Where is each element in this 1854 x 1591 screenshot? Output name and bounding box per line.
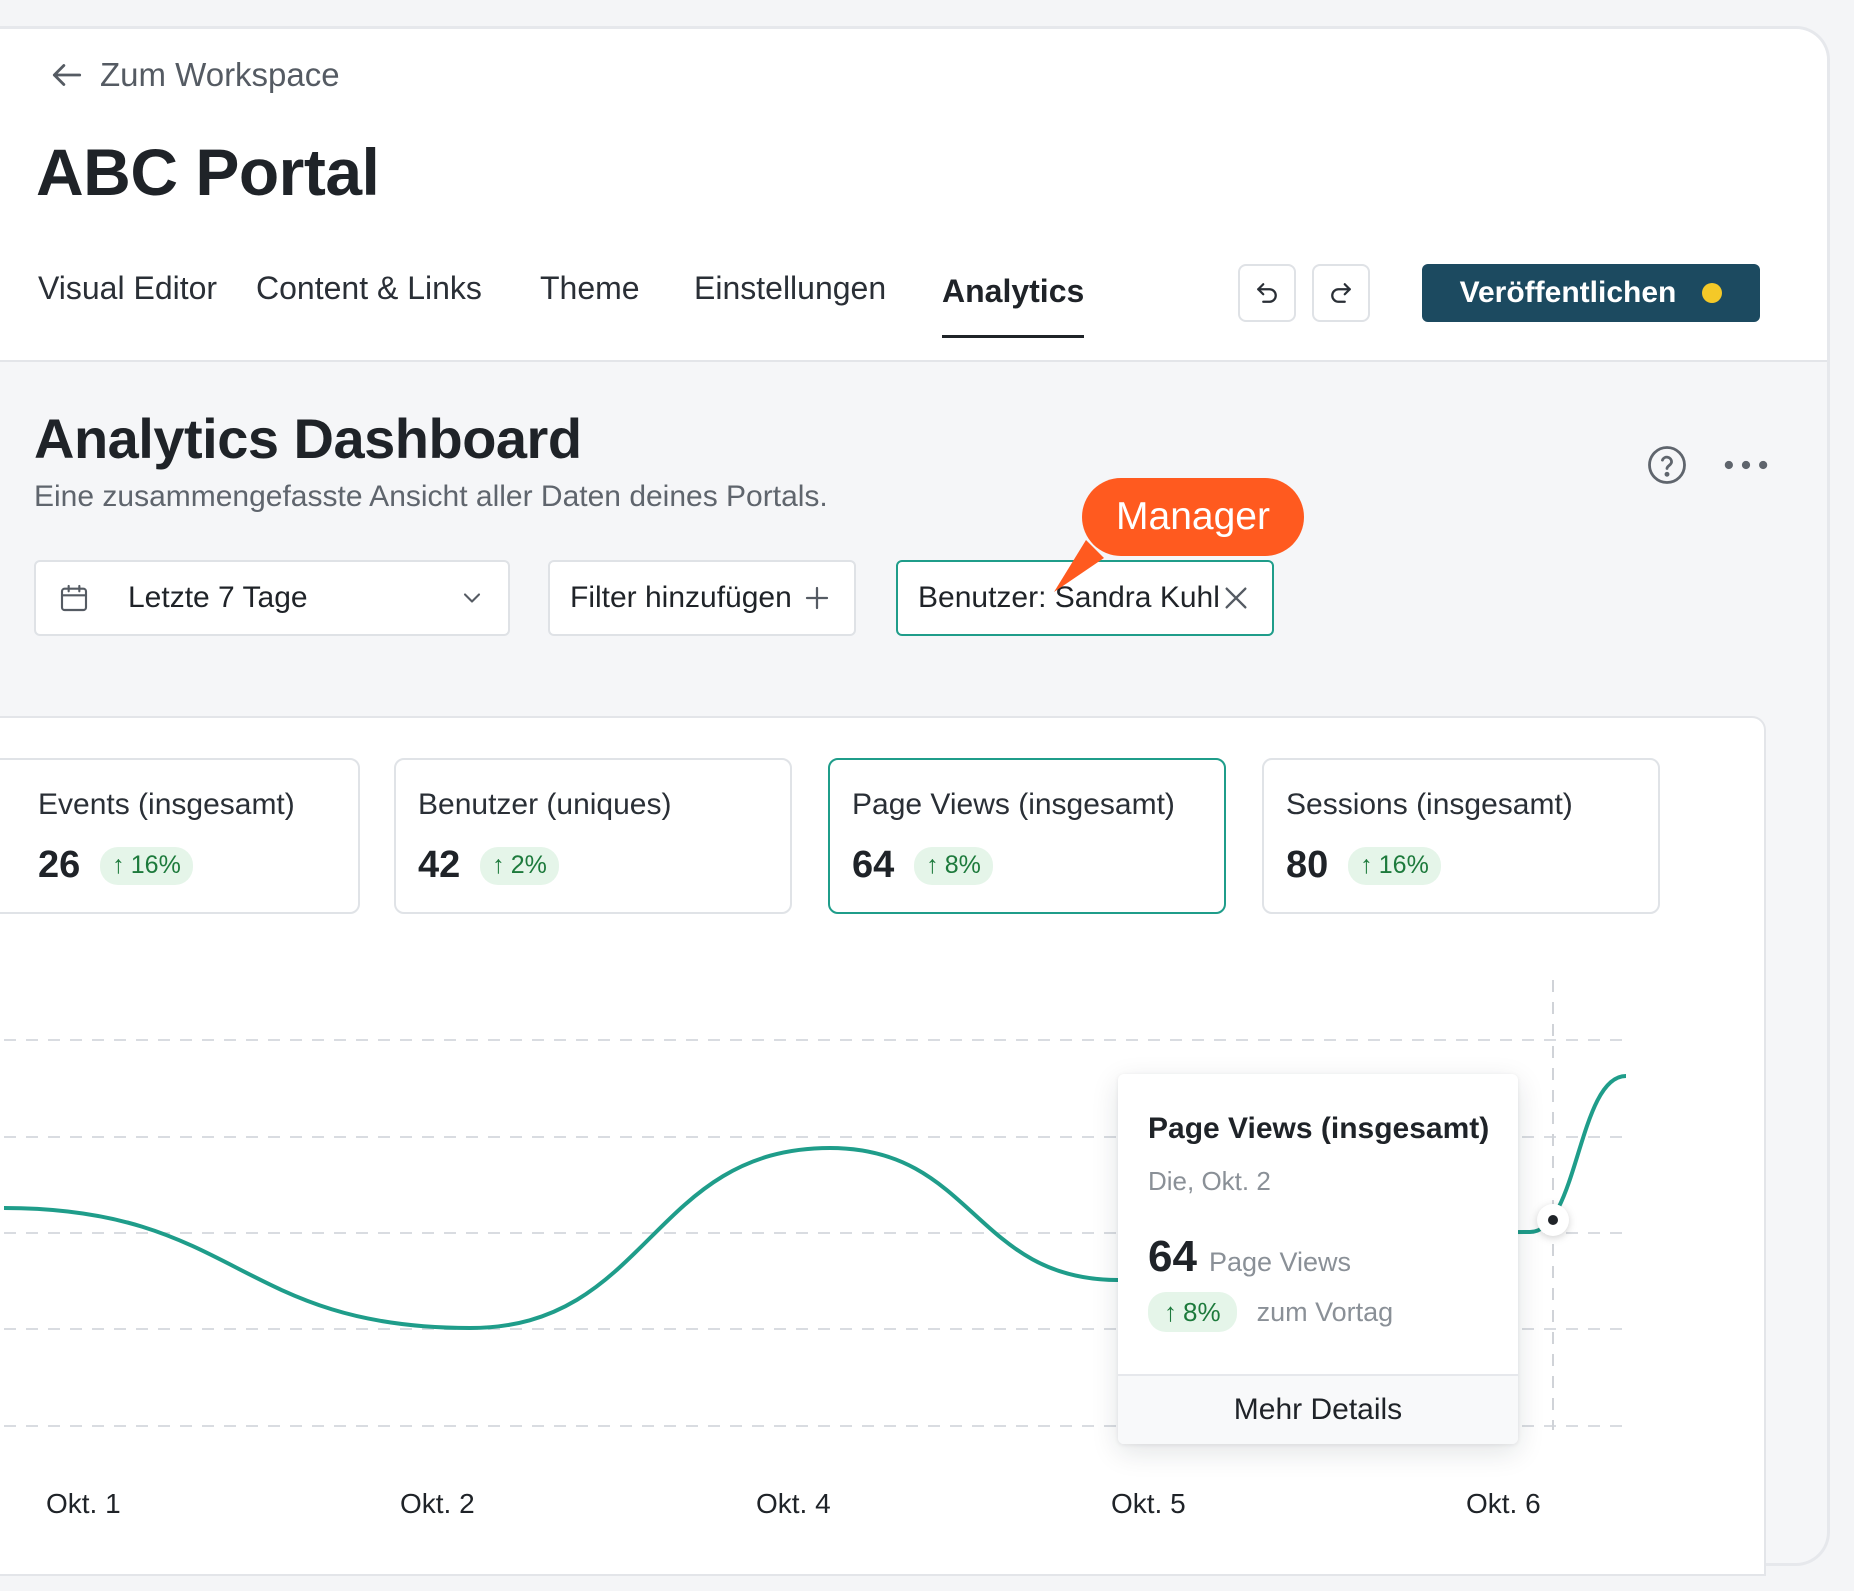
kpi-label: Page Views (insgesamt) [852,788,1175,821]
tab-content-links[interactable]: Content & Links [256,270,482,307]
back-link-label: Zum Workspace [100,56,340,93]
more-horizontal-icon[interactable] [1722,444,1770,486]
change-badge: ↑ 16% [100,846,193,885]
close-icon[interactable] [1220,582,1252,614]
change-badge: ↑ 8% [914,846,993,885]
help-circle-icon[interactable] [1646,444,1688,486]
undo-icon [1257,283,1277,303]
annotation-pointer-icon [1054,540,1104,592]
tooltip-unit: Page Views [1208,1247,1352,1277]
x-axis-tick-label: Okt. 5 [1111,1488,1186,1519]
redo-button[interactable] [1312,264,1370,322]
tooltip-change-badge: ↑ 8% [1148,1292,1237,1332]
tooltip-title: Page Views (insgesamt) [1148,1112,1490,1145]
change-badge: ↑ 2% [480,846,559,885]
arrow-up-icon: ↑ [492,851,505,879]
portal-title: ABC Portal [36,135,380,209]
change-value: 8% [944,851,981,879]
arrow-up-icon: ↑ [1360,851,1373,879]
x-axis-tick-label: Okt. 1 [46,1488,121,1519]
tab-einstellungen[interactable]: Einstellungen [694,270,886,307]
change-value: 16% [1378,851,1429,879]
calendar-icon [60,584,88,612]
arrow-up-icon: ↑ [112,851,125,879]
x-axis-tick-label: Okt. 4 [756,1488,831,1519]
manager-annotation-badge: Manager [1082,478,1304,556]
date-range-dropdown[interactable]: Letzte 7 Tage [34,560,510,636]
kpi-card-users[interactable]: Benutzer (uniques) 42 ↑ 2% [394,758,792,914]
date-range-value: Letzte 7 Tage [128,581,308,614]
kpi-card-events[interactable]: Events (insgesamt) 26 ↑ 16% [0,758,360,914]
publish-button-label: Veröffentlichen [1459,276,1677,309]
arrow-up-icon: ↑ [926,851,939,879]
kpi-value: 26 [38,844,81,886]
kpi-card-page-views[interactable]: Page Views (insgesamt) 64 ↑ 8% [828,758,1226,914]
chart-tooltip: Page Views (insgesamt) Die, Okt. 2 64 Pa… [1118,1074,1518,1444]
data-point-dot [1548,1215,1558,1225]
tab-theme[interactable]: Theme [540,270,640,307]
arrow-left-icon [52,64,82,86]
change-value: 16% [130,851,181,879]
kpi-label: Events (insgesamt) [38,788,295,821]
tab-visual-editor[interactable]: Visual Editor [38,270,217,307]
redo-icon [1331,283,1351,303]
back-to-workspace-link[interactable]: Zum Workspace [48,56,340,94]
publish-button[interactable]: Veröffentlichen [1422,264,1760,322]
change-value: 2% [510,851,547,879]
x-axis-tick-label: Okt. 6 [1466,1488,1541,1519]
dashboard-title: Analytics Dashboard [34,407,582,470]
tab-analytics[interactable]: Analytics [942,273,1085,338]
tooltip-change-value: 8% [1183,1296,1221,1327]
add-filter-button[interactable]: Filter hinzufügen [548,560,856,636]
status-dot [1702,283,1723,303]
dashboard-subtitle: Eine zusammengefasste Ansicht aller Date… [34,480,828,513]
tooltip-date: Die, Okt. 2 [1148,1166,1271,1196]
undo-button[interactable] [1238,264,1296,322]
tab-bar: Visual Editor Content & Links Theme Eins… [0,270,1200,338]
kpi-card-sessions[interactable]: Sessions (insgesamt) 80 ↑ 16% [1262,758,1660,914]
arrow-up-icon: ↑ [1164,1296,1177,1327]
tooltip-value: 64 [1148,1232,1197,1281]
kpi-label: Benutzer (uniques) [418,788,672,821]
plus-icon [805,586,829,610]
kpi-value: 42 [418,844,461,886]
tooltip-comparison: zum Vortag [1256,1296,1394,1327]
change-badge: ↑ 16% [1348,846,1441,885]
kpi-value: 64 [852,844,895,886]
add-filter-label: Filter hinzufügen [570,581,792,614]
x-axis-tick-label: Okt. 2 [400,1488,475,1519]
kpi-label: Sessions (insgesamt) [1286,788,1573,821]
chevron-down-icon [463,593,481,603]
more-details-button[interactable]: Mehr Details [1118,1374,1518,1444]
kpi-value: 80 [1286,844,1329,886]
